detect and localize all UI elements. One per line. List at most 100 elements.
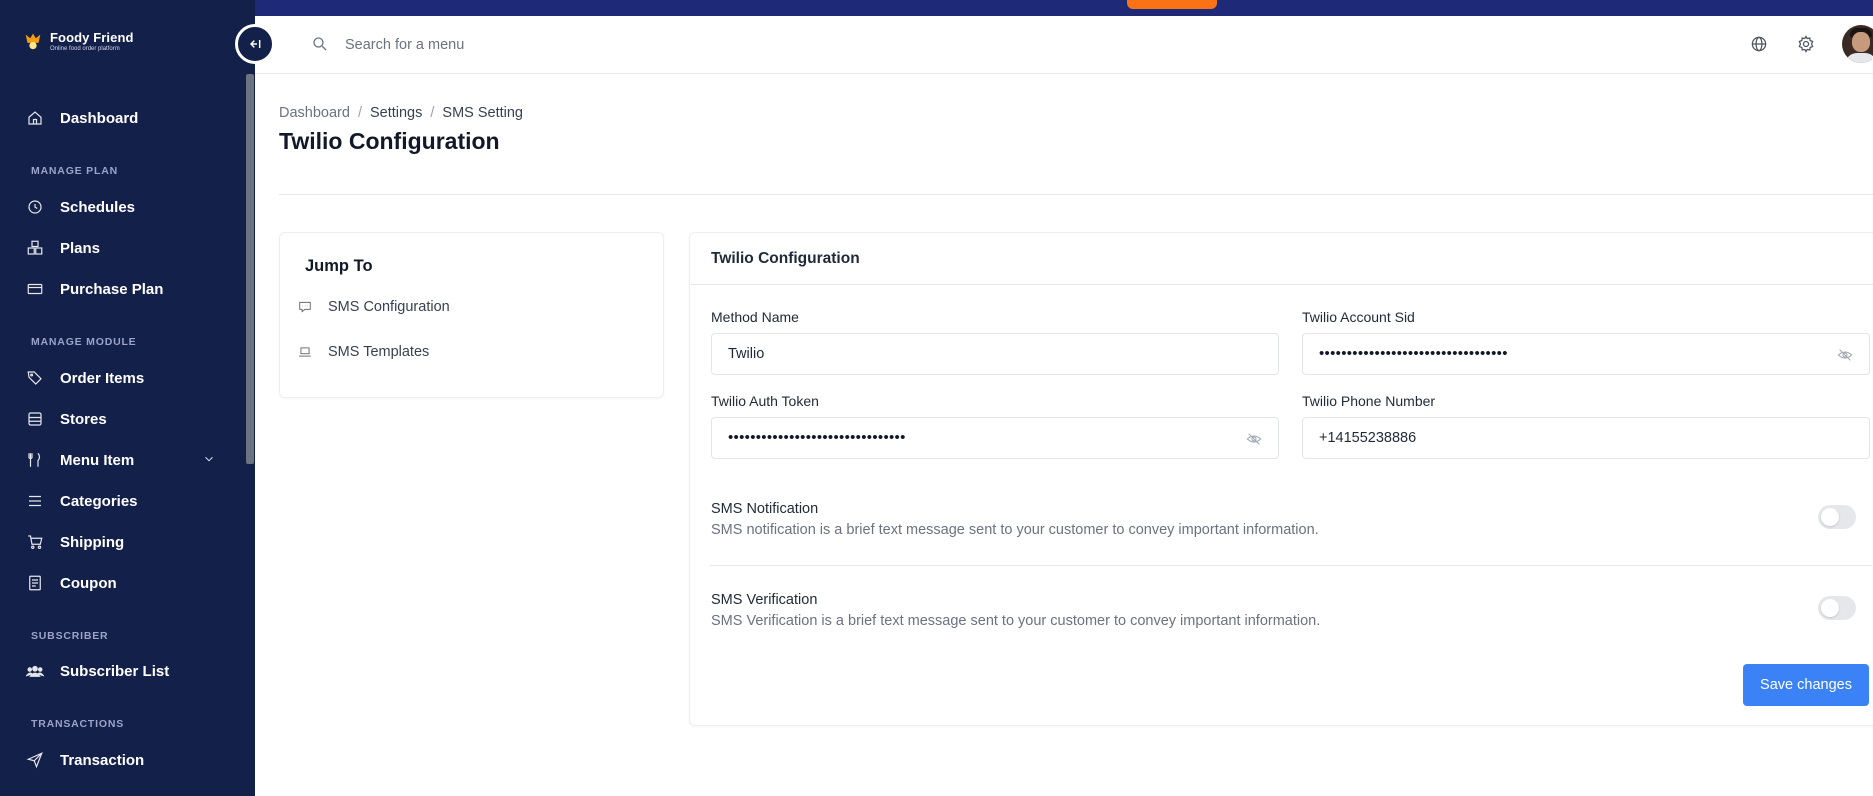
sidebar-item-label: Stores [60,410,107,428]
sidebar-item-coupon[interactable]: Coupon [26,571,216,595]
save-changes-button[interactable]: Save changes [1743,664,1869,706]
jump-to-title: Jump To [305,257,373,275]
sidebar-item-schedules[interactable]: Schedules [26,195,216,219]
section-label: TRANSACTIONS [31,718,125,730]
tag-icon [27,371,42,385]
breadcrumb-separator: / [430,105,435,121]
avatar-shirt [1845,53,1873,63]
top-banner-strip [0,0,1873,16]
auth-token-field[interactable]: •••••••••••••••••••••••••••••••• [711,417,1279,459]
sidebar: Foody Friend Online food order platform … [0,0,255,796]
card-header: Twilio Configuration [690,233,1873,285]
section-label: MANAGE MODULE [31,336,137,348]
eye-slash-icon[interactable] [1246,431,1262,447]
method-name-field[interactable]: Twilio [711,333,1279,375]
sidebar-item-shipping[interactable]: Shipping [26,530,216,554]
sidebar-collapse-button[interactable] [235,24,275,64]
sms-notification-description: SMS notification is a brief text message… [711,522,1319,538]
jump-link-sms-configuration[interactable]: SMS Configuration [298,299,450,315]
phone-number-field[interactable]: +14155238886 [1302,417,1870,459]
home-icon [28,111,42,125]
sidebar-item-label: Categories [60,492,138,510]
row-divider [710,565,1872,566]
sidebar-item-categories[interactable]: Categories [26,489,216,513]
avatar[interactable] [1842,25,1873,63]
cart-icon [28,535,43,549]
receipt-icon [29,575,41,591]
sms-verification-title: SMS Verification [711,592,818,608]
sms-notification-title: SMS Notification [711,501,819,517]
phone-number-value: +14155238886 [1319,430,1417,446]
jump-link-label: SMS Templates [328,344,430,360]
chevron-down-icon [205,456,213,462]
method-name-label: Method Name [711,309,799,325]
toggle-knob [1821,508,1839,526]
sidebar-item-purchase-plan[interactable]: Purchase Plan [26,277,216,301]
sidebar-item-plans[interactable]: Plans [26,236,216,260]
breadcrumb-dashboard[interactable]: Dashboard [279,105,350,121]
sidebar-item-menu-item[interactable]: Menu Item [26,448,216,472]
sidebar-item-transaction[interactable]: Transaction [26,748,216,772]
clock-icon [28,200,42,214]
header-divider [279,194,1873,195]
method-name-value: Twilio [728,346,765,362]
account-sid-label: Twilio Account Sid [1302,309,1415,325]
sidebar-scrollbar[interactable] [246,74,254,464]
users-icon [26,665,44,677]
app-logo[interactable]: Foody Friend Online food order platform [22,30,134,52]
sidebar-item-label: Subscriber List [60,662,170,680]
collapse-left-icon [249,40,261,48]
sidebar-item-label: Coupon [60,574,117,592]
breadcrumb: Dashboard / Settings / SMS Setting [279,105,523,121]
eye-slash-icon[interactable] [1837,347,1853,363]
sidebar-item-label: Menu Item [60,451,135,469]
sidebar-item-dashboard[interactable]: Dashboard [26,106,216,130]
sms-verification-description: SMS Verification is a brief text message… [711,613,1321,629]
sidebar-item-label: Shipping [60,533,125,551]
phone-number-label: Twilio Phone Number [1302,393,1436,409]
sms-verification-toggle[interactable] [1818,596,1856,620]
sidebar-item-label: Transaction [60,751,145,769]
banner-accent [1127,0,1217,9]
top-header [255,16,1873,74]
jump-link-label: SMS Configuration [328,299,450,315]
account-sid-field[interactable]: •••••••••••••••••••••••••••••••••• [1302,333,1870,375]
sidebar-item-order-items[interactable]: Order Items [26,366,216,390]
cubes-icon [27,240,43,255]
send-icon [26,752,43,769]
list-icon [29,495,41,507]
message-icon [299,301,311,313]
avatar-face [1852,32,1870,52]
sidebar-item-stores[interactable]: Stores [26,407,216,431]
search-input[interactable] [345,31,845,59]
auth-token-value: •••••••••••••••••••••••••••••••• [728,429,906,446]
logo-icon [25,33,41,50]
account-sid-value: •••••••••••••••••••••••••••••••••• [1319,345,1508,362]
app-name: Foody Friend [50,30,134,45]
search-icon [313,37,327,51]
jump-to-card: Jump To SMS Configuration SMS Templates [279,232,664,398]
utensils-icon [28,452,41,467]
sidebar-item-subscriber-list[interactable]: Subscriber List [26,659,216,683]
store-icon [28,412,42,426]
credit-card-icon [27,283,43,295]
breadcrumb-sms-setting: SMS Setting [442,105,523,121]
toggle-knob [1821,599,1839,617]
sidebar-item-label: Purchase Plan [60,280,164,298]
jump-link-sms-templates[interactable]: SMS Templates [298,344,429,360]
globe-icon[interactable] [1749,34,1769,54]
gear-icon[interactable] [1796,34,1816,54]
sidebar-item-label: Dashboard [60,109,139,127]
sms-notification-toggle[interactable] [1818,505,1856,529]
section-label: MANAGE PLAN [31,165,118,177]
page-title: Twilio Configuration [279,128,500,154]
sidebar-item-label: Plans [60,239,101,257]
breadcrumb-settings[interactable]: Settings [370,105,422,121]
section-label: SUBSCRIBER [31,630,109,642]
sidebar-item-label: Schedules [60,198,136,216]
auth-token-label: Twilio Auth Token [711,393,819,409]
laptop-icon [299,347,311,357]
twilio-config-card: Twilio Configuration Method Name Twilio … [689,232,1873,726]
breadcrumb-separator: / [357,105,362,121]
sidebar-item-label: Order Items [60,369,145,387]
